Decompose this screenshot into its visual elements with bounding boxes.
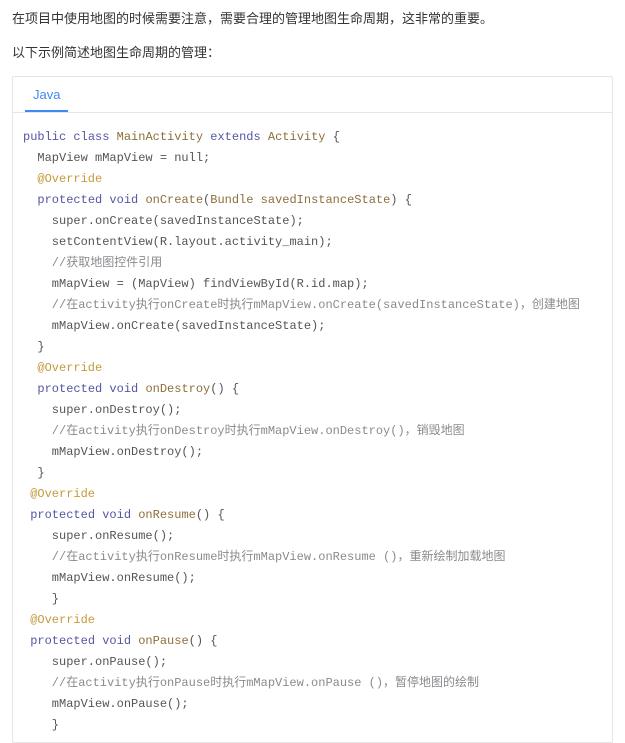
code-tabs: Java — [13, 77, 612, 113]
indent — [23, 382, 37, 396]
paren: ) — [390, 193, 397, 207]
brace: { — [326, 130, 340, 144]
fn-ondestroy: onDestroy — [145, 382, 210, 396]
fn-onpause: onPause — [138, 634, 188, 648]
annotation: @Override — [23, 613, 95, 627]
code-line: super.onResume(); — [23, 529, 174, 543]
tab-java[interactable]: Java — [25, 77, 68, 112]
paren: () — [196, 508, 210, 522]
brace: { — [225, 382, 239, 396]
comment: //获取地图控件引用 — [23, 256, 162, 270]
paren: () — [210, 382, 224, 396]
kw-protected: protected — [30, 634, 95, 648]
superclass: Activity — [268, 130, 326, 144]
code-line: MapView mMapView = null; — [23, 151, 210, 165]
brace: { — [398, 193, 412, 207]
code-line: super.onPause(); — [23, 655, 167, 669]
comment: //在activity执行onCreate时执行mMapView.onCreat… — [23, 298, 580, 312]
fn-onresume: onResume — [138, 508, 196, 522]
indent — [23, 193, 37, 207]
paren: () — [189, 634, 203, 648]
annotation: @Override — [23, 487, 95, 501]
comment: //在activity执行onPause时执行mMapView.onPause … — [23, 676, 479, 690]
annotation: @Override — [23, 361, 102, 375]
kw-protected: protected — [37, 382, 102, 396]
kw-protected: protected — [37, 193, 102, 207]
code-block: Java public class MainActivity extends A… — [12, 76, 613, 743]
param-type: Bundle — [210, 193, 253, 207]
brace: { — [210, 508, 224, 522]
brace: } — [23, 718, 59, 732]
class-name: MainActivity — [117, 130, 203, 144]
kw-extends: extends — [210, 130, 260, 144]
brace: { — [203, 634, 217, 648]
comment: //在activity执行onResume时执行mMapView.onResum… — [23, 550, 505, 564]
param-name: savedInstanceState — [261, 193, 391, 207]
code-line: mMapView = (MapView) findViewById(R.id.m… — [23, 277, 369, 291]
brace: } — [23, 466, 45, 480]
code-line: setContentView(R.layout.activity_main); — [23, 235, 333, 249]
annotation: @Override — [23, 172, 102, 186]
fn-oncreate: onCreate — [145, 193, 203, 207]
kw-void: void — [102, 634, 131, 648]
brace: } — [23, 340, 45, 354]
intro-paragraph-2: 以下示例简述地图生命周期的管理： — [12, 42, 613, 64]
kw-public: public — [23, 130, 66, 144]
kw-void: void — [109, 193, 138, 207]
code-line: mMapView.onCreate(savedInstanceState); — [23, 319, 325, 333]
code-content: public class MainActivity extends Activi… — [13, 113, 612, 742]
kw-void: void — [109, 382, 138, 396]
code-line: mMapView.onDestroy(); — [23, 445, 203, 459]
code-line: super.onCreate(savedInstanceState); — [23, 214, 304, 228]
comment: //在activity执行onDestroy时执行mMapView.onDest… — [23, 424, 465, 438]
brace: } — [23, 592, 59, 606]
intro-paragraph-1: 在项目中使用地图的时候需要注意，需要合理的管理地图生命周期，这非常的重要。 — [12, 8, 613, 30]
kw-class: class — [73, 130, 109, 144]
kw-void: void — [102, 508, 131, 522]
code-line: mMapView.onPause(); — [23, 697, 189, 711]
kw-protected: protected — [30, 508, 95, 522]
code-line: super.onDestroy(); — [23, 403, 181, 417]
code-line: mMapView.onResume(); — [23, 571, 196, 585]
sp — [253, 193, 260, 207]
